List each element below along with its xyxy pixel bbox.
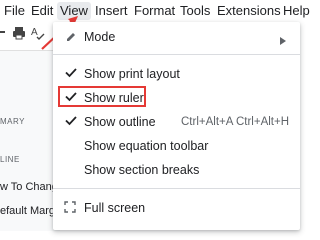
menu-separator: [53, 54, 300, 55]
menu-item-show-outline[interactable]: Show outline Ctrl+Alt+A Ctrl+Alt+H: [53, 110, 300, 134]
show-print-layout-label: Show print layout: [84, 67, 180, 81]
submenu-arrow-icon: [280, 32, 286, 50]
full-screen-label: Full screen: [84, 201, 146, 215]
menu-item-show-print-layout[interactable]: Show print layout: [53, 62, 300, 86]
outline-section-label: LINE: [0, 155, 20, 164]
menu-insert[interactable]: Insert: [95, 3, 128, 19]
menu-tools[interactable]: Tools: [180, 3, 210, 19]
show-outline-label: Show outline: [84, 115, 156, 129]
view-menu: Mode Show print layout Show ruler Show o…: [53, 22, 300, 230]
outline-summary-label: MARY: [0, 117, 25, 126]
show-equation-toolbar-label: Show equation toolbar: [84, 139, 209, 153]
pencil-icon: [65, 30, 79, 44]
menu-extensions[interactable]: Extensions: [217, 3, 281, 19]
checkmark-icon: [64, 113, 78, 127]
menu-item-mode[interactable]: Mode: [53, 25, 300, 49]
mode-label: Mode: [84, 30, 116, 44]
fullscreen-icon: [64, 200, 78, 214]
document-outline-panel: MARY LINE w To Change efault Margi: [0, 50, 64, 231]
menu-item-full-screen[interactable]: Full screen: [53, 196, 300, 220]
show-outline-shortcut: Ctrl+Alt+A Ctrl+Alt+H: [181, 116, 290, 128]
show-section-breaks-label: Show section breaks: [84, 163, 200, 177]
checkmark-icon: [64, 65, 78, 79]
outline-heading[interactable]: efault Margi: [0, 205, 57, 217]
menu-item-show-section-breaks[interactable]: Show section breaks: [53, 158, 300, 182]
menu-item-show-equation-toolbar[interactable]: Show equation toolbar: [53, 134, 300, 158]
annotation-highlight-box: [58, 86, 146, 107]
menu-help[interactable]: Help: [283, 3, 310, 19]
menu-separator: [53, 188, 300, 189]
menu-format[interactable]: Format: [134, 3, 175, 19]
